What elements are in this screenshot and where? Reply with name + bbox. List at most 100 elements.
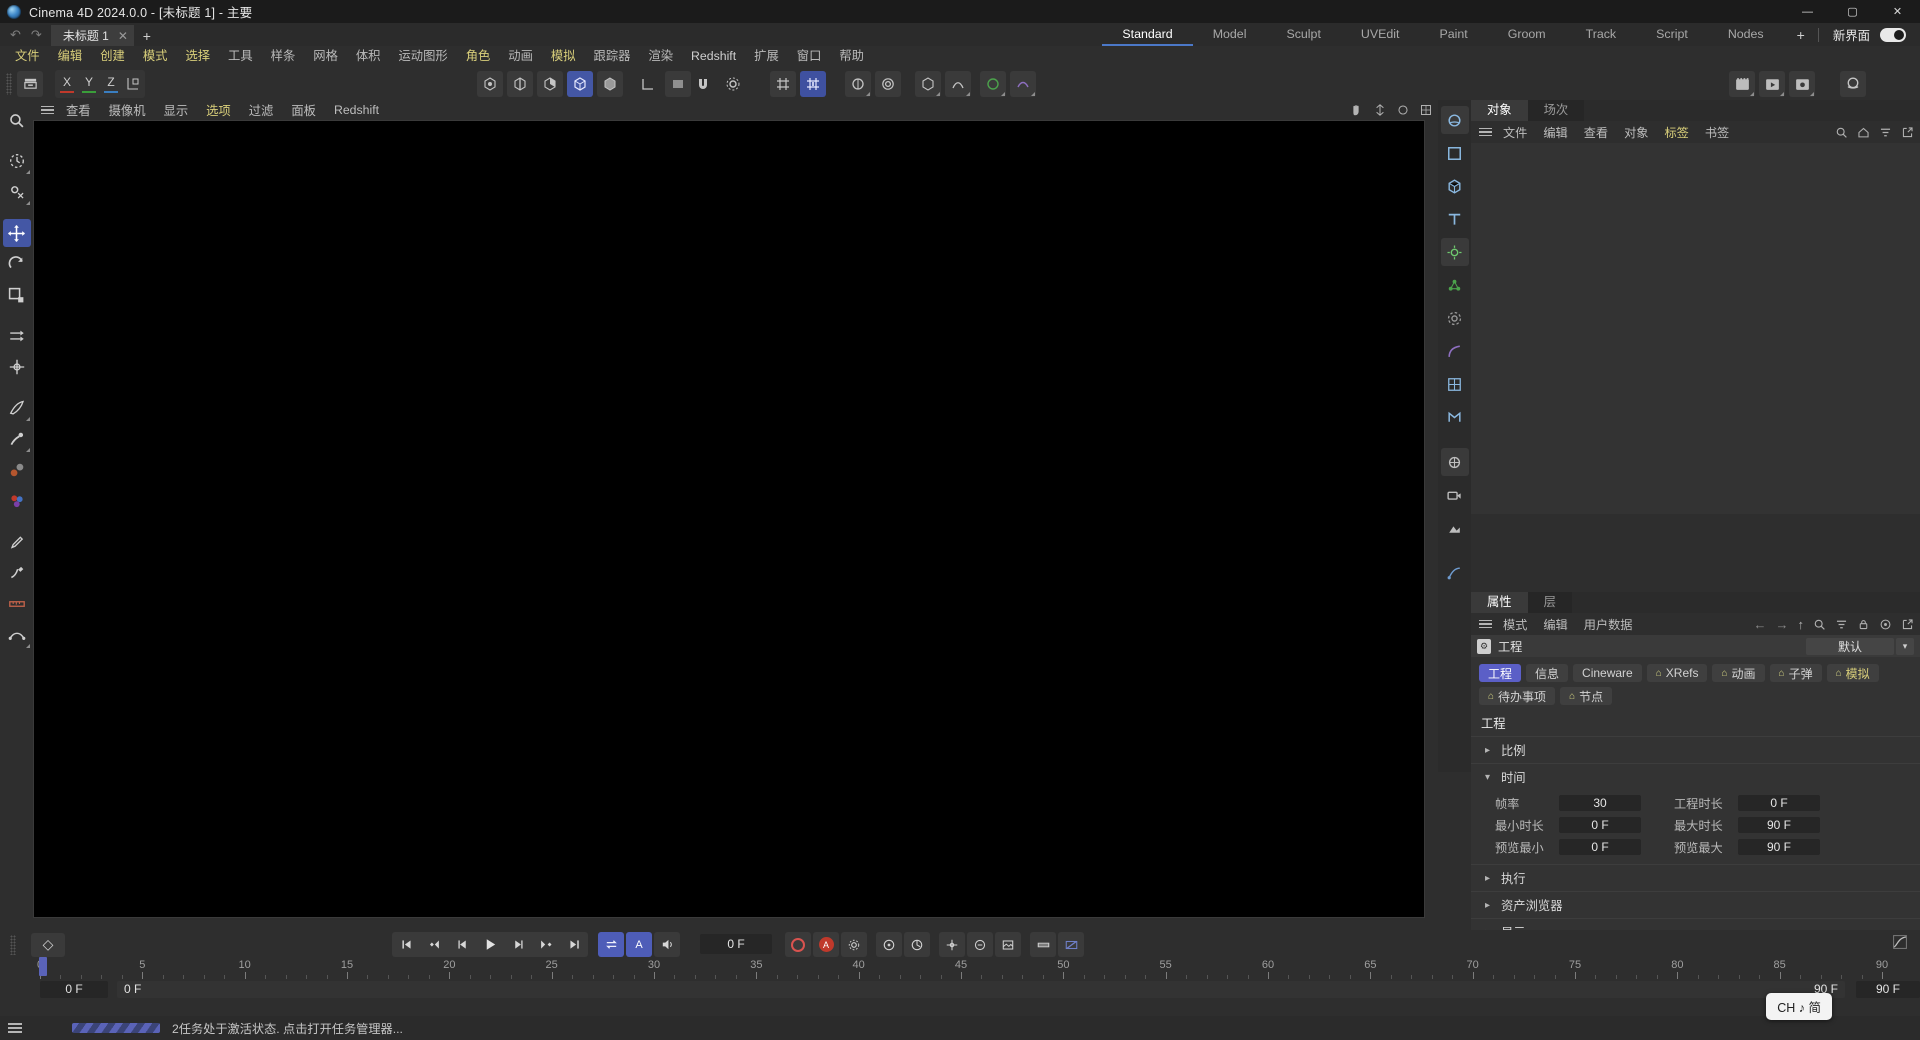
minimize-button[interactable]: — bbox=[1785, 0, 1830, 23]
color-picker-icon[interactable] bbox=[3, 487, 31, 515]
new-document-button[interactable]: + bbox=[134, 25, 160, 46]
menu-tracker[interactable]: 跟踪器 bbox=[585, 46, 640, 67]
environment-icon[interactable] bbox=[1441, 514, 1469, 542]
menu-redshift[interactable]: Redshift bbox=[682, 46, 745, 67]
close-button[interactable]: ✕ bbox=[1875, 0, 1920, 23]
menu-mode[interactable]: 模式 bbox=[134, 46, 177, 67]
rotate-tool-icon[interactable] bbox=[3, 250, 31, 278]
viewport-canvas[interactable] bbox=[33, 120, 1425, 918]
menu-extension[interactable]: 扩展 bbox=[745, 46, 788, 67]
status-hamburger-icon[interactable] bbox=[8, 1022, 22, 1034]
viewport-menu-camera[interactable]: 摄像机 bbox=[100, 101, 155, 119]
edge-mode-icon[interactable] bbox=[507, 71, 533, 97]
om-menu-view[interactable]: 查看 bbox=[1576, 123, 1616, 141]
om-popout-icon[interactable] bbox=[1901, 126, 1914, 139]
input-preview-min[interactable]: 0 F bbox=[1559, 839, 1641, 855]
bend-deformer-icon[interactable] bbox=[1441, 337, 1469, 365]
render-frame-icon[interactable] bbox=[1729, 71, 1755, 97]
rotate-view-icon[interactable] bbox=[1397, 104, 1409, 116]
undo-tool-icon[interactable] bbox=[17, 70, 43, 97]
nurbs-generator-icon[interactable] bbox=[980, 71, 1006, 97]
move-tool-icon[interactable] bbox=[2, 219, 31, 247]
zoom-arrows-icon[interactable] bbox=[1374, 104, 1386, 116]
viewport-menu-redshift[interactable]: Redshift bbox=[325, 103, 388, 117]
timeline-playhead[interactable] bbox=[39, 957, 47, 976]
viewport-hamburger-icon[interactable] bbox=[41, 105, 54, 115]
menu-tools[interactable]: 工具 bbox=[219, 46, 262, 67]
om-menu-bookmarks[interactable]: 书签 bbox=[1697, 123, 1737, 141]
render-settings-gear-icon[interactable] bbox=[1789, 71, 1815, 97]
status-message[interactable]: 2任务处于激活状态. 点击打开任务管理器... bbox=[172, 1019, 403, 1037]
axis-z-button[interactable]: Z bbox=[100, 71, 122, 97]
range-end-input[interactable]: 90 F bbox=[1856, 980, 1920, 998]
am-menu-userdata[interactable]: 用户数据 bbox=[1576, 615, 1641, 633]
am-popout-icon[interactable] bbox=[1901, 618, 1914, 631]
keyframe-selection-button[interactable] bbox=[1030, 932, 1056, 957]
knife-tool-icon[interactable] bbox=[3, 394, 31, 422]
viewport-menu-panel[interactable]: 面板 bbox=[282, 101, 325, 119]
input-preview-max[interactable]: 90 F bbox=[1738, 839, 1820, 855]
polygon-mode-icon[interactable] bbox=[537, 71, 563, 97]
render-queue-icon[interactable] bbox=[1759, 71, 1785, 97]
paint-tool-icon[interactable] bbox=[3, 528, 31, 556]
motion-graphics-icon[interactable] bbox=[1441, 403, 1469, 431]
layout-tab-nodes[interactable]: Nodes bbox=[1708, 23, 1784, 46]
group-asset-browser[interactable]: ▸ 资产浏览器 bbox=[1471, 891, 1920, 918]
tab-takes[interactable]: 场次 bbox=[1527, 100, 1585, 121]
primitive-cube-icon[interactable] bbox=[915, 71, 941, 97]
timeline-ruler[interactable]: 051015202530354045505560657075808590 bbox=[37, 957, 1888, 979]
ime-indicator[interactable]: CH ♪ 简 bbox=[1766, 993, 1832, 1020]
group-scale[interactable]: ▸ 比例 bbox=[1471, 736, 1920, 763]
redo-icon[interactable]: ↷ bbox=[31, 27, 42, 43]
om-menu-tags[interactable]: 标签 bbox=[1657, 123, 1697, 141]
menu-select[interactable]: 选择 bbox=[176, 46, 219, 67]
range-start-input[interactable]: 0 F bbox=[40, 980, 108, 998]
object-list[interactable] bbox=[1471, 143, 1920, 514]
document-tab[interactable]: 未标题 1 ✕ bbox=[50, 25, 134, 46]
sound-speaker-button[interactable] bbox=[654, 932, 680, 957]
subdivision-surface-icon[interactable] bbox=[1441, 271, 1469, 299]
text-spline-icon[interactable] bbox=[1441, 205, 1469, 233]
snap-settings-gear-icon[interactable] bbox=[720, 71, 746, 97]
am-search-icon[interactable] bbox=[1813, 618, 1826, 631]
menu-character[interactable]: 角色 bbox=[457, 46, 500, 67]
am-target-icon[interactable] bbox=[1879, 618, 1892, 631]
point-mode-icon[interactable] bbox=[477, 71, 503, 97]
sculpt-tool-icon[interactable] bbox=[3, 559, 31, 587]
pla-key-button[interactable] bbox=[995, 932, 1021, 957]
position-key-button[interactable] bbox=[876, 932, 902, 957]
pan-hand-icon[interactable] bbox=[1349, 103, 1363, 117]
play-button[interactable] bbox=[476, 932, 504, 957]
scale-key-button[interactable] bbox=[939, 932, 965, 957]
loop-playback-button[interactable] bbox=[598, 932, 624, 957]
chip-simulation[interactable]: ⌂ 模拟 bbox=[1826, 664, 1879, 682]
om-menu-object[interactable]: 对象 bbox=[1616, 123, 1656, 141]
prev-keyframe-button[interactable] bbox=[420, 932, 448, 957]
add-layout-button[interactable]: + bbox=[1784, 27, 1818, 43]
field-object-icon[interactable] bbox=[1441, 370, 1469, 398]
spline-draw-icon[interactable] bbox=[3, 621, 31, 649]
am-lock-icon[interactable] bbox=[1857, 618, 1870, 631]
chip-xrefs[interactable]: ⌂ XRefs bbox=[1646, 664, 1708, 682]
chip-project[interactable]: 工程 bbox=[1479, 664, 1522, 682]
task-progress-bar[interactable] bbox=[72, 1023, 160, 1033]
workplane-icon[interactable] bbox=[665, 71, 691, 97]
layout-tab-track[interactable]: Track bbox=[1566, 23, 1637, 46]
viewport-menu-filter[interactable]: 过滤 bbox=[240, 101, 283, 119]
magnet-tool-icon[interactable] bbox=[3, 353, 31, 381]
attribute-manager-hamburger-icon[interactable] bbox=[1479, 619, 1492, 629]
viewport-menu-view[interactable]: 查看 bbox=[57, 101, 100, 119]
chip-bullet[interactable]: ⌂ 子弹 bbox=[1769, 664, 1822, 682]
tab-layers[interactable]: 层 bbox=[1527, 592, 1572, 613]
chip-info[interactable]: 信息 bbox=[1526, 664, 1569, 682]
axis-mode-icon[interactable] bbox=[635, 71, 661, 97]
record-active-button[interactable]: A bbox=[813, 932, 839, 957]
xpresso-icon[interactable] bbox=[1441, 559, 1469, 587]
preset-value[interactable]: 默认 bbox=[1806, 637, 1894, 655]
menu-volume[interactable]: 体积 bbox=[347, 46, 390, 67]
am-menu-mode[interactable]: 模式 bbox=[1495, 615, 1535, 633]
model-mode-icon[interactable] bbox=[567, 71, 593, 97]
rotation-key-button[interactable] bbox=[904, 932, 930, 957]
tab-attributes[interactable]: 属性 bbox=[1471, 592, 1528, 613]
viewport-menu-options[interactable]: 选项 bbox=[197, 101, 240, 119]
